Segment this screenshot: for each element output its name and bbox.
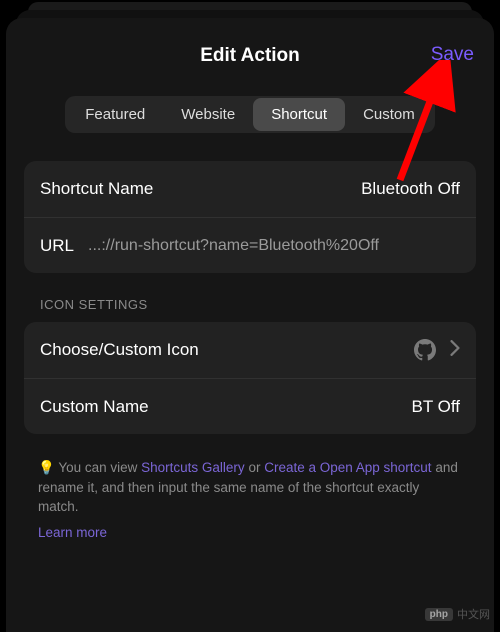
tip-text: 💡 You can view Shortcuts Gallery or Crea… xyxy=(24,458,476,542)
tip-pre: You can view xyxy=(58,460,141,475)
watermark: php 中文网 xyxy=(425,606,490,622)
shortcut-name-value: Bluetooth Off xyxy=(361,179,460,199)
icon-settings-group: Choose/Custom Icon Custom Name BT Off xyxy=(24,322,476,434)
github-icon xyxy=(414,339,436,361)
choose-icon-row[interactable]: Choose/Custom Icon xyxy=(24,322,476,378)
bulb-icon: 💡 xyxy=(38,460,55,475)
tip-mid: or xyxy=(245,460,265,475)
edit-action-sheet: Edit Action Save Featured Website Shortc… xyxy=(6,18,494,632)
tab-featured[interactable]: Featured xyxy=(67,98,163,131)
create-open-app-link[interactable]: Create a Open App shortcut xyxy=(264,460,431,475)
save-button[interactable]: Save xyxy=(431,44,474,66)
custom-name-row[interactable]: Custom Name BT Off xyxy=(24,378,476,434)
tab-custom[interactable]: Custom xyxy=(345,98,433,131)
learn-more-link[interactable]: Learn more xyxy=(38,523,462,543)
choose-icon-label: Choose/Custom Icon xyxy=(40,340,199,360)
segment-control-wrap: Featured Website Shortcut Custom xyxy=(24,96,476,133)
shortcut-group: Shortcut Name Bluetooth Off URL ...://ru… xyxy=(24,161,476,273)
custom-name-label: Custom Name xyxy=(40,397,149,417)
url-label: URL xyxy=(40,236,74,256)
sheet-header: Edit Action Save xyxy=(24,34,476,78)
shortcut-url-row[interactable]: URL ...://run-shortcut?name=Bluetooth%20… xyxy=(24,217,476,273)
tab-website[interactable]: Website xyxy=(163,98,253,131)
shortcut-name-label: Shortcut Name xyxy=(40,179,153,199)
page-title: Edit Action xyxy=(200,45,300,67)
custom-name-value: BT Off xyxy=(411,397,460,417)
shortcut-name-row[interactable]: Shortcut Name Bluetooth Off xyxy=(24,161,476,217)
shortcuts-gallery-link[interactable]: Shortcuts Gallery xyxy=(141,460,245,475)
tab-shortcut[interactable]: Shortcut xyxy=(253,98,345,131)
icon-settings-header: ICON SETTINGS xyxy=(40,297,476,312)
watermark-text: 中文网 xyxy=(457,606,490,622)
chevron-right-icon xyxy=(450,340,460,361)
segment-control: Featured Website Shortcut Custom xyxy=(65,96,435,133)
watermark-badge: php xyxy=(425,608,453,621)
url-value: ...://run-shortcut?name=Bluetooth%20Off xyxy=(88,237,460,255)
